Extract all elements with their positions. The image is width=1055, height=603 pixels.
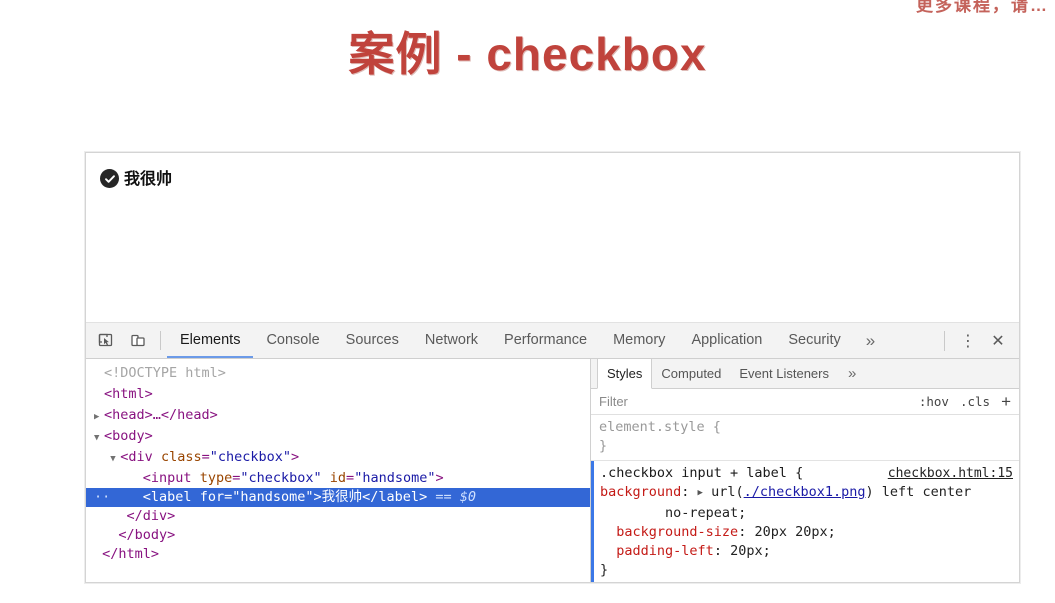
html-open-tag: <html> bbox=[104, 386, 153, 402]
dom-line-body-close[interactable]: </body> bbox=[86, 526, 590, 545]
decl-padding-left-property[interactable]: padding-left bbox=[616, 543, 714, 559]
label-for-attr: for bbox=[200, 489, 224, 505]
no-expander bbox=[94, 366, 104, 385]
browser-devtools-frame: 我很帅 Elements Console Sources Network Per… bbox=[85, 152, 1020, 583]
styles-filter-input[interactable]: Filter bbox=[599, 394, 908, 409]
input-type-value: "checkbox" bbox=[240, 470, 321, 486]
dom-line-div-open[interactable]: ▼<div class="checkbox"> bbox=[86, 448, 590, 469]
check-circle-icon[interactable] bbox=[100, 169, 119, 188]
new-style-rule-button[interactable]: + bbox=[1001, 393, 1011, 410]
devtools-toolbar-right: ⋮ ✕ bbox=[936, 323, 1019, 358]
hov-toggle-button[interactable]: :hov bbox=[919, 394, 949, 409]
tab-console[interactable]: Console bbox=[253, 323, 332, 358]
div-attr-value: "checkbox" bbox=[210, 449, 291, 465]
dom-line-html-close[interactable]: </html> bbox=[86, 545, 590, 564]
body-close-tag: </body> bbox=[118, 527, 175, 543]
decl-background-continuation: no-repeat; bbox=[665, 505, 746, 521]
page-title: 案例 - checkbox bbox=[0, 18, 1055, 84]
div-attr-name: class bbox=[161, 449, 202, 465]
doctype-text: <!DOCTYPE html> bbox=[104, 365, 226, 381]
element-style-block[interactable]: element.style { } bbox=[591, 415, 1019, 461]
label-text-node: 我很帅 bbox=[322, 489, 363, 505]
dom-line-head[interactable]: ▶<head>…</head> bbox=[86, 406, 590, 427]
body-open-tag: <body> bbox=[104, 428, 153, 444]
devtools-tab-list: Elements Console Sources Network Perform… bbox=[167, 323, 936, 358]
page-preview-area: 我很帅 bbox=[86, 153, 1019, 323]
tab-computed[interactable]: Computed bbox=[652, 359, 730, 388]
input-tag-name: input bbox=[151, 470, 192, 486]
rule-selector[interactable]: .checkbox input + label { bbox=[600, 465, 803, 481]
background-image-link[interactable]: ./checkbox1.png bbox=[744, 484, 866, 500]
html-close-tag: </html> bbox=[102, 546, 159, 562]
input-type-attr: type bbox=[200, 470, 233, 486]
label-for-value: "handsome" bbox=[232, 489, 313, 505]
decl-background-url-suffix: ) left center bbox=[866, 484, 972, 500]
styles-filter-bar: Filter :hov .cls + bbox=[591, 389, 1019, 415]
dom-line-html-open[interactable]: <html> bbox=[86, 385, 590, 406]
devtools-body: <!DOCTYPE html> <html> ▶<head>…</head> ▼… bbox=[86, 359, 1019, 582]
selected-row-marker: ·· bbox=[94, 489, 110, 505]
no-expander bbox=[94, 387, 104, 406]
styles-tabs-overflow-icon[interactable]: » bbox=[838, 359, 866, 388]
toolbar-divider-right bbox=[944, 331, 945, 351]
input-id-value: "handsome" bbox=[354, 470, 435, 486]
more-options-icon[interactable]: ⋮ bbox=[953, 331, 983, 351]
checkbox-demo[interactable]: 我很帅 bbox=[100, 169, 1005, 188]
expander-expanded-icon[interactable]: ▼ bbox=[110, 450, 120, 469]
tab-application[interactable]: Application bbox=[678, 323, 775, 358]
dom-line-body-open[interactable]: ▼<body> bbox=[86, 427, 590, 448]
decl-background-url-prefix: url( bbox=[711, 484, 744, 500]
label-close-tag-name: label bbox=[378, 489, 419, 505]
styles-pane: Styles Computed Event Listeners » Filter… bbox=[591, 359, 1019, 582]
div-tag-name: div bbox=[128, 449, 152, 465]
corner-note: 更多课程，请… bbox=[916, 0, 1049, 16]
dom-line-input[interactable]: <input type="checkbox" id="handsome"> bbox=[86, 469, 590, 488]
toolbar-divider bbox=[160, 331, 161, 350]
devtools-toolbar: Elements Console Sources Network Perform… bbox=[86, 323, 1019, 359]
label-tag-name: label bbox=[151, 489, 192, 505]
tab-event-listeners[interactable]: Event Listeners bbox=[730, 359, 838, 388]
decl-background-property[interactable]: background bbox=[600, 484, 681, 500]
expander-expanded-icon[interactable]: ▼ bbox=[94, 429, 104, 448]
selected-node-reference: == $0 bbox=[435, 489, 476, 505]
tab-sources[interactable]: Sources bbox=[333, 323, 412, 358]
expander-collapsed-icon[interactable]: ▶ bbox=[94, 408, 104, 427]
rule-close-brace: } bbox=[600, 562, 608, 578]
element-style-close-brace: } bbox=[599, 438, 607, 454]
checkbox-label-rule-block[interactable]: checkbox.html:15 .checkbox input + label … bbox=[591, 461, 1019, 582]
head-collapsed-tag: <head>…</head> bbox=[104, 407, 218, 423]
tabs-overflow-icon[interactable]: » bbox=[854, 323, 887, 358]
dom-line-div-close[interactable]: </div> bbox=[86, 507, 590, 526]
styles-tab-list: Styles Computed Event Listeners » bbox=[591, 359, 1019, 389]
dom-tree-pane[interactable]: <!DOCTYPE html> <html> ▶<head>…</head> ▼… bbox=[86, 359, 591, 582]
input-id-attr: id bbox=[330, 470, 346, 486]
inspect-element-icon[interactable] bbox=[90, 323, 122, 358]
decl-background-size-property[interactable]: background-size bbox=[616, 524, 738, 540]
tab-memory[interactable]: Memory bbox=[600, 323, 678, 358]
tab-network[interactable]: Network bbox=[412, 323, 491, 358]
tab-performance[interactable]: Performance bbox=[491, 323, 600, 358]
dom-line-doctype[interactable]: <!DOCTYPE html> bbox=[86, 364, 590, 385]
element-style-selector: element.style { bbox=[599, 419, 721, 435]
decl-padding-left-value[interactable]: 20px; bbox=[730, 543, 771, 559]
background-expander-icon[interactable]: ▶ bbox=[698, 484, 703, 503]
dom-line-label-selected[interactable]: ·· <label for="handsome">我很帅</label> == … bbox=[86, 488, 590, 507]
device-toolbar-icon[interactable] bbox=[122, 323, 154, 358]
div-close-tag: </div> bbox=[127, 508, 176, 524]
tab-styles[interactable]: Styles bbox=[597, 359, 652, 389]
tab-elements[interactable]: Elements bbox=[167, 323, 253, 358]
rule-source-link[interactable]: checkbox.html:15 bbox=[888, 464, 1013, 483]
tab-security[interactable]: Security bbox=[775, 323, 853, 358]
close-icon[interactable]: ✕ bbox=[983, 331, 1013, 351]
cls-toggle-button[interactable]: .cls bbox=[960, 394, 990, 409]
decl-background-size-value[interactable]: 20px 20px; bbox=[754, 524, 835, 540]
checkbox-demo-label: 我很帅 bbox=[124, 171, 172, 187]
